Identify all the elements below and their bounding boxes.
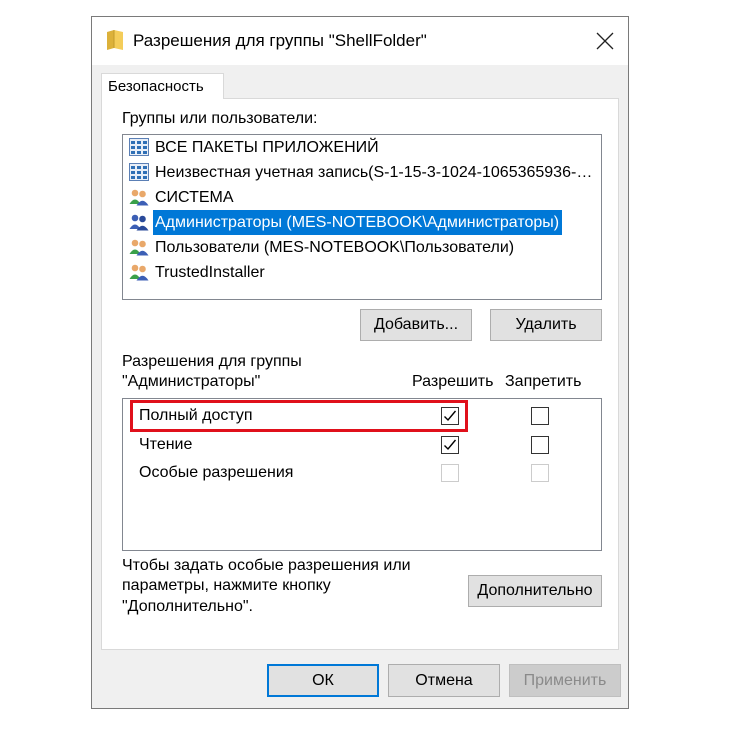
permissions-header-line2: "Администраторы": [122, 373, 261, 390]
list-item-administrators[interactable]: Администраторы (MES-NOTEBOOK\Администрат…: [126, 210, 598, 235]
title-bar: Разрешения для группы "ShellFolder": [92, 17, 628, 65]
ok-button[interactable]: ОК: [267, 664, 379, 697]
users-list[interactable]: ВСЕ ПАКЕТЫ ПРИЛОЖЕНИЙ Неизвестная учетна…: [122, 134, 602, 300]
folder-icon: [106, 29, 124, 51]
advanced-hint-line2: параметры, нажмите кнопку: [122, 577, 331, 594]
list-item-unknown-account[interactable]: Неизвестная учетная запись(S-1-15-3-1024…: [126, 160, 601, 185]
advanced-hint-line3: "Дополнительно".: [122, 598, 253, 615]
special-allow-checkbox: [441, 464, 459, 482]
list-item-label: TrustedInstaller: [155, 264, 265, 281]
window-title: Разрешения для группы "ShellFolder": [133, 31, 427, 50]
advanced-hint-line1: Чтобы задать особые разрешения или: [122, 557, 411, 574]
users-group-icon: [129, 263, 149, 281]
app-packages-icon: [129, 138, 149, 156]
special-deny-checkbox: [531, 464, 549, 482]
users-group-icon: [129, 188, 149, 206]
users-group-icon: [129, 213, 149, 231]
cancel-button[interactable]: Отмена: [388, 664, 500, 697]
list-item-label: Неизвестная учетная запись(S-1-15-3-1024…: [155, 164, 601, 181]
read-deny-checkbox[interactable]: [531, 436, 549, 454]
list-item-all-app-packages[interactable]: ВСЕ ПАКЕТЫ ПРИЛОЖЕНИЙ: [126, 135, 598, 160]
list-item-label: Пользователи (MES-NOTEBOOK\Пользователи): [155, 239, 515, 256]
add-button[interactable]: Добавить...: [360, 309, 472, 341]
list-item-label: Администраторы (MES-NOTEBOOK\Администрат…: [153, 210, 563, 235]
close-button[interactable]: [582, 17, 628, 65]
permission-read-label: Чтение: [139, 436, 193, 453]
allow-column-header: Разрешить: [412, 373, 494, 390]
groups-label: Группы или пользователи:: [122, 110, 318, 127]
users-group-icon: [129, 238, 149, 256]
unknown-account-icon: [129, 163, 149, 181]
list-item-users[interactable]: Пользователи (MES-NOTEBOOK\Пользователи): [126, 235, 598, 260]
permissions-header-line1: Разрешения для группы: [122, 353, 302, 370]
full-control-deny-checkbox[interactable]: [531, 407, 549, 425]
remove-button[interactable]: Удалить: [490, 309, 602, 341]
tab-security[interactable]: Безопасность: [101, 73, 224, 99]
tab-security-label: Безопасность: [108, 78, 204, 95]
read-allow-checkbox[interactable]: [441, 436, 459, 454]
security-tab-panel: Группы или пользователи: ВСЕ ПАКЕТЫ ПРИЛ…: [101, 98, 619, 650]
permission-special-label: Особые разрешения: [139, 464, 294, 481]
deny-column-header: Запретить: [505, 373, 582, 390]
permissions-dialog: Разрешения для группы "ShellFolder" Безо…: [91, 16, 629, 709]
apply-button: Применить: [509, 664, 621, 697]
list-item-label: ВСЕ ПАКЕТЫ ПРИЛОЖЕНИЙ: [155, 139, 379, 156]
highlight-box: [130, 400, 468, 432]
list-item-trustedinstaller[interactable]: TrustedInstaller: [126, 260, 598, 285]
checkmark-icon: [444, 439, 457, 451]
advanced-button[interactable]: Дополнительно: [468, 575, 602, 607]
list-item-system[interactable]: СИСТЕМА: [126, 185, 598, 210]
list-item-label: СИСТЕМА: [155, 189, 234, 206]
close-icon: [596, 32, 614, 50]
